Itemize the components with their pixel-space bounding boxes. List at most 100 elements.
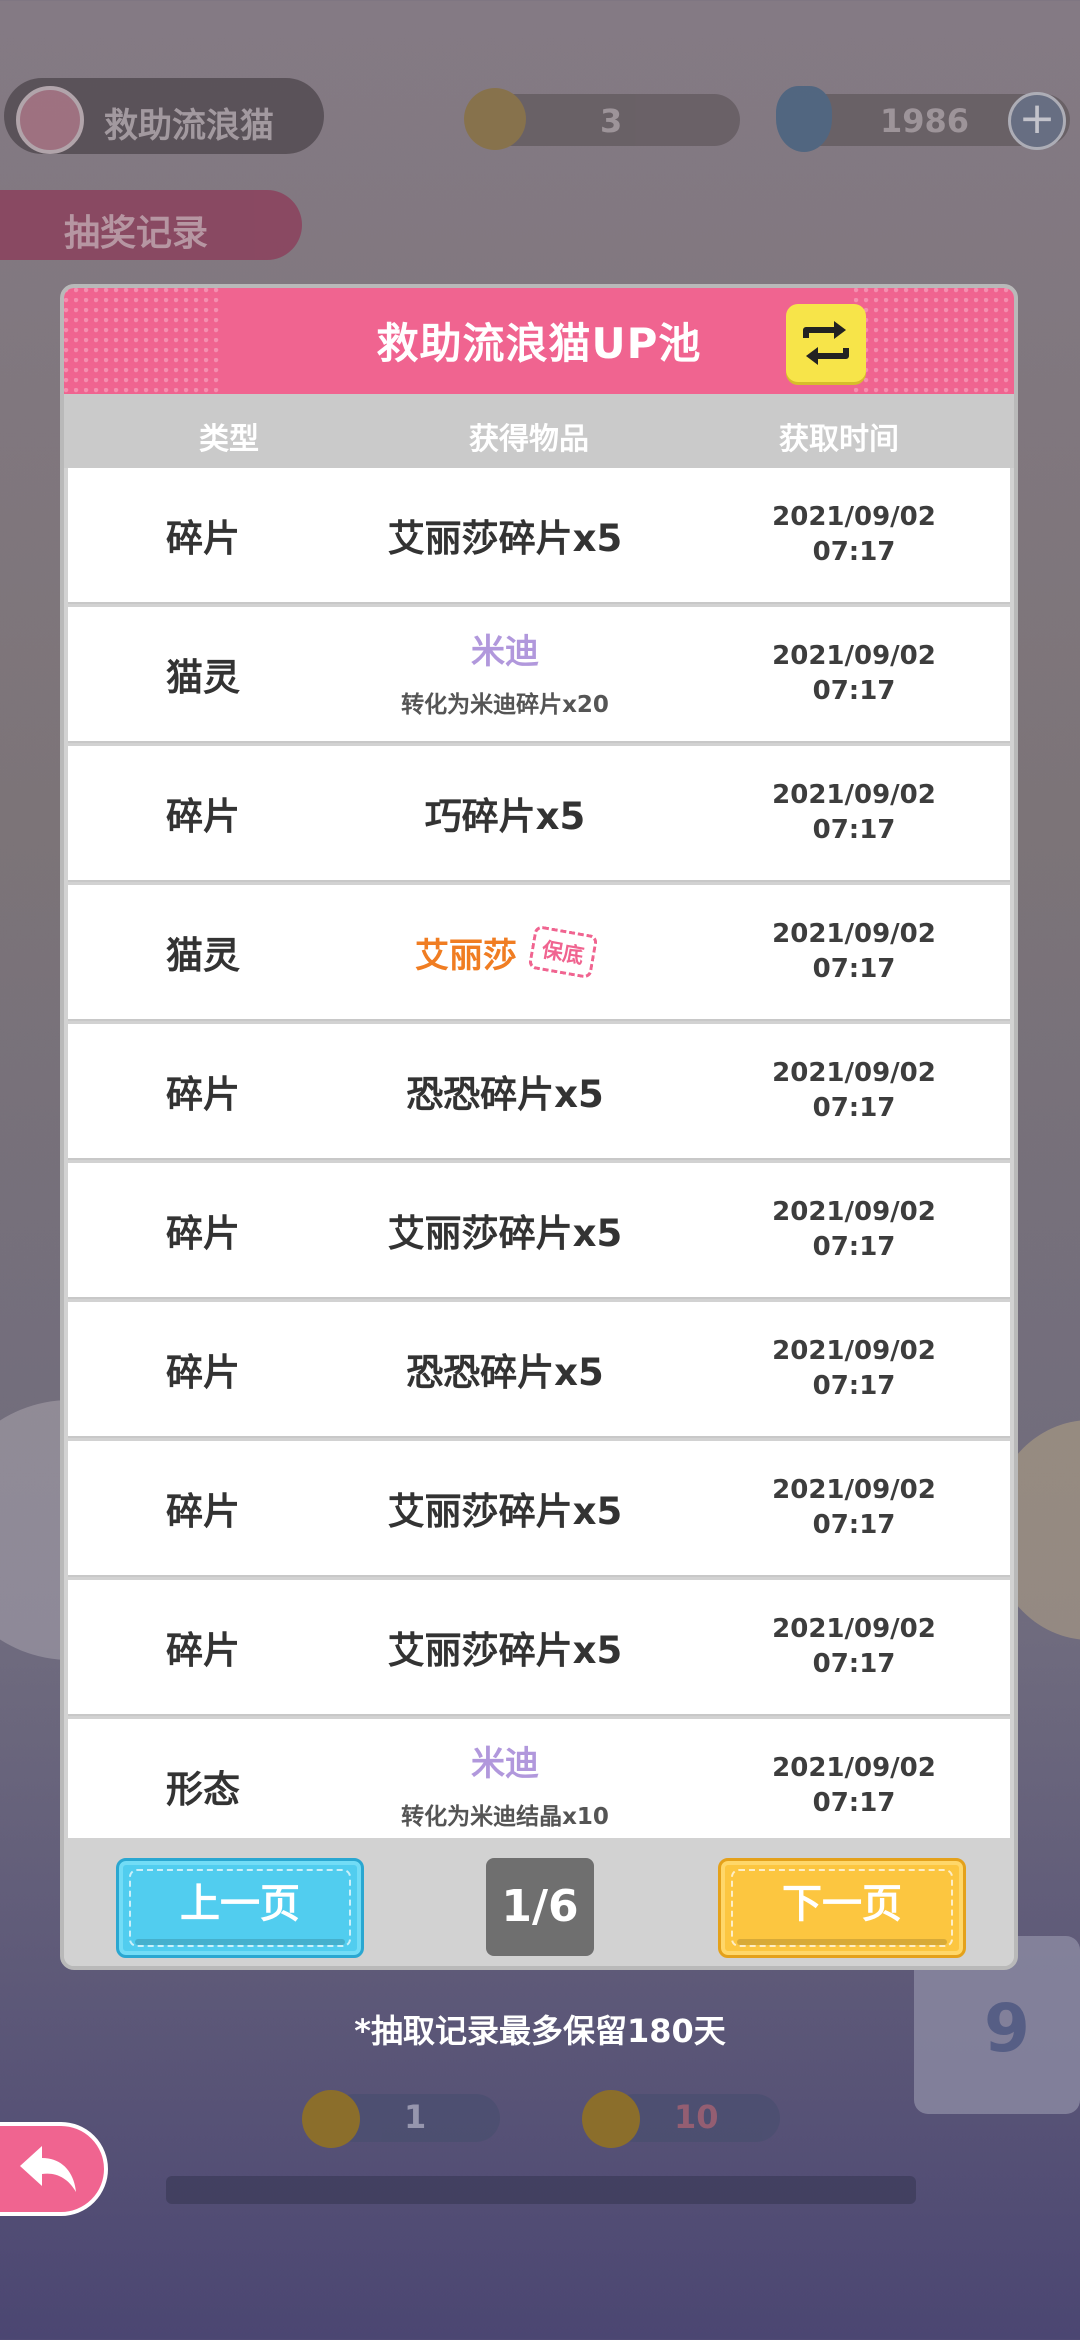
- row-time-cell: 2021/09/02 07:17: [704, 885, 1004, 1019]
- row-item-cell: 艾丽莎碎片x5: [340, 468, 670, 602]
- button-shadow: [737, 1939, 947, 1945]
- swap-arrows-icon: [803, 321, 849, 365]
- row-time: 07:17: [812, 1232, 896, 1262]
- row-item: 米迪: [471, 1743, 539, 1784]
- table-row: 猫灵 艾丽莎 保底 2021/09/02 07:17: [68, 885, 1010, 1021]
- row-date: 2021/09/02: [772, 1475, 936, 1505]
- record-list: 碎片 艾丽莎碎片x5 2021/09/02 07:17 猫灵 米迪 转化为米迪碎片…: [68, 468, 1010, 1858]
- pagination-bar: 上一页 1/6 下一页: [64, 1838, 1014, 1966]
- gem-icon: [776, 86, 832, 152]
- row-date: 2021/09/02: [772, 780, 936, 810]
- draw-record-modal: 救助流浪猫UP池 类型 获得物品 获取时间 碎片 艾丽莎碎片x5 2021/09…: [60, 284, 1018, 1970]
- column-type: 类型: [199, 422, 259, 457]
- row-type: 碎片: [166, 1212, 240, 1255]
- guarantee-badge: 保底: [527, 924, 599, 980]
- row-item-cell: 艾丽莎碎片x5: [340, 1441, 670, 1575]
- row-item: 恐恐碎片x5: [406, 1073, 604, 1116]
- row-time-cell: 2021/09/02 07:17: [704, 1163, 1004, 1297]
- coin-counter: 3: [464, 88, 740, 150]
- table-row: 猫灵 米迪 转化为米迪碎片x20 2021/09/02 07:17: [68, 607, 1010, 743]
- row-item: 巧碎片x5: [424, 795, 586, 838]
- draw-record-button: 抽奖记录: [0, 190, 302, 260]
- row-date: 2021/09/02: [772, 1058, 936, 1088]
- row-date: 2021/09/02: [772, 919, 936, 949]
- coin-icon: [464, 88, 526, 150]
- row-time-cell: 2021/09/02 07:17: [704, 1441, 1004, 1575]
- table-header: 类型 获得物品 获取时间: [64, 394, 1014, 468]
- row-item-cell: 艾丽莎碎片x5: [340, 1163, 670, 1297]
- row-item-conversion: 转化为米迪碎片x20: [401, 691, 609, 718]
- row-date: 2021/09/02: [772, 1197, 936, 1227]
- row-item: 米迪: [471, 631, 539, 672]
- table-row: 碎片 艾丽莎碎片x5 2021/09/02 07:17: [68, 1163, 1010, 1299]
- gem-count: 1986: [880, 102, 970, 140]
- row-time: 07:17: [812, 1788, 896, 1818]
- row-item-cell: 米迪 转化为米迪碎片x20: [340, 607, 670, 741]
- row-date: 2021/09/02: [772, 1336, 936, 1366]
- back-button[interactable]: [0, 2122, 108, 2216]
- row-time-cell: 2021/09/02 07:17: [704, 468, 1004, 602]
- single-draw-count: 1: [404, 2098, 427, 2136]
- table-row: 碎片 艾丽莎碎片x5 2021/09/02 07:17: [68, 1441, 1010, 1577]
- next-page-button[interactable]: 下一页: [718, 1858, 966, 1958]
- gem-counter: 1986 +: [776, 86, 1070, 152]
- row-item-cell: 巧碎片x5: [340, 746, 670, 880]
- draw-record-label: 抽奖记录: [64, 213, 209, 254]
- ten-draw-count: 10: [674, 2098, 719, 2136]
- table-row: 碎片 艾丽莎碎片x5 2021/09/02 07:17: [68, 468, 1010, 604]
- row-date: 2021/09/02: [772, 1753, 936, 1783]
- column-item: 获得物品: [469, 422, 589, 457]
- row-time: 07:17: [812, 1371, 896, 1401]
- retention-note: *抽取记录最多保留180天: [354, 2012, 726, 2050]
- row-time: 07:17: [812, 954, 896, 984]
- row-time: 07:17: [812, 1649, 896, 1679]
- row-time: 07:17: [812, 676, 896, 706]
- prev-page-label: 上一页: [180, 1881, 300, 1927]
- row-time: 07:17: [812, 815, 896, 845]
- add-gem-icon: +: [1008, 92, 1066, 150]
- row-item: 艾丽莎碎片x5: [387, 1490, 623, 1533]
- row-type: 碎片: [166, 1073, 240, 1116]
- row-time-cell: 2021/09/02 07:17: [704, 1580, 1004, 1714]
- prev-page-button[interactable]: 上一页: [116, 1858, 364, 1958]
- row-type: 碎片: [166, 1629, 240, 1672]
- row-time-cell: 2021/09/02 07:17: [704, 1719, 1004, 1853]
- row-type: 猫灵: [166, 656, 240, 699]
- row-item: 艾丽莎碎片x5: [387, 517, 623, 560]
- switch-pool-button[interactable]: [786, 304, 866, 382]
- row-type: 猫灵: [166, 934, 240, 977]
- row-item-cell: 恐恐碎片x5: [340, 1302, 670, 1436]
- row-time-cell: 2021/09/02 07:17: [704, 1024, 1004, 1158]
- row-item: 艾丽莎碎片x5: [387, 1629, 623, 1672]
- row-item-cell: 艾丽莎 保底: [340, 885, 670, 1019]
- row-type: 形态: [166, 1768, 240, 1811]
- row-item-cell: 艾丽莎碎片x5: [340, 1580, 670, 1714]
- row-type: 碎片: [166, 517, 240, 560]
- row-date: 2021/09/02: [772, 1614, 936, 1644]
- row-type: 碎片: [166, 1351, 240, 1394]
- row-type: 碎片: [166, 795, 240, 838]
- row-item: 艾丽莎: [415, 935, 517, 976]
- event-banner: 救助流浪猫: [4, 78, 324, 154]
- row-date: 2021/09/02: [772, 502, 936, 532]
- table-row: 碎片 艾丽莎碎片x5 2021/09/02 07:17: [68, 1580, 1010, 1716]
- coin-count: 3: [600, 102, 623, 140]
- next-page-label: 下一页: [782, 1881, 902, 1927]
- row-item-cell: 米迪 转化为米迪结晶x10: [340, 1719, 670, 1853]
- coin-icon: [582, 2090, 640, 2148]
- button-shadow: [135, 1939, 345, 1945]
- row-time: 07:17: [812, 537, 896, 567]
- row-date: 2021/09/02: [772, 641, 936, 671]
- row-time: 07:17: [812, 1093, 896, 1123]
- coin-icon: [302, 2090, 360, 2148]
- row-type: 碎片: [166, 1490, 240, 1533]
- row-item-wrap: 艾丽莎 保底: [415, 924, 599, 980]
- row-time-cell: 2021/09/02 07:17: [704, 1302, 1004, 1436]
- column-time: 获取时间: [779, 422, 899, 457]
- row-item: 恐恐碎片x5: [406, 1351, 604, 1394]
- row-item-cell: 恐恐碎片x5: [340, 1024, 670, 1158]
- page-indicator: 1/6: [486, 1858, 594, 1956]
- event-banner-label: 救助流浪猫: [104, 106, 274, 146]
- table-row: 形态 米迪 转化为米迪结晶x10 2021/09/02 07:17: [68, 1719, 1010, 1855]
- table-row: 碎片 巧碎片x5 2021/09/02 07:17: [68, 746, 1010, 882]
